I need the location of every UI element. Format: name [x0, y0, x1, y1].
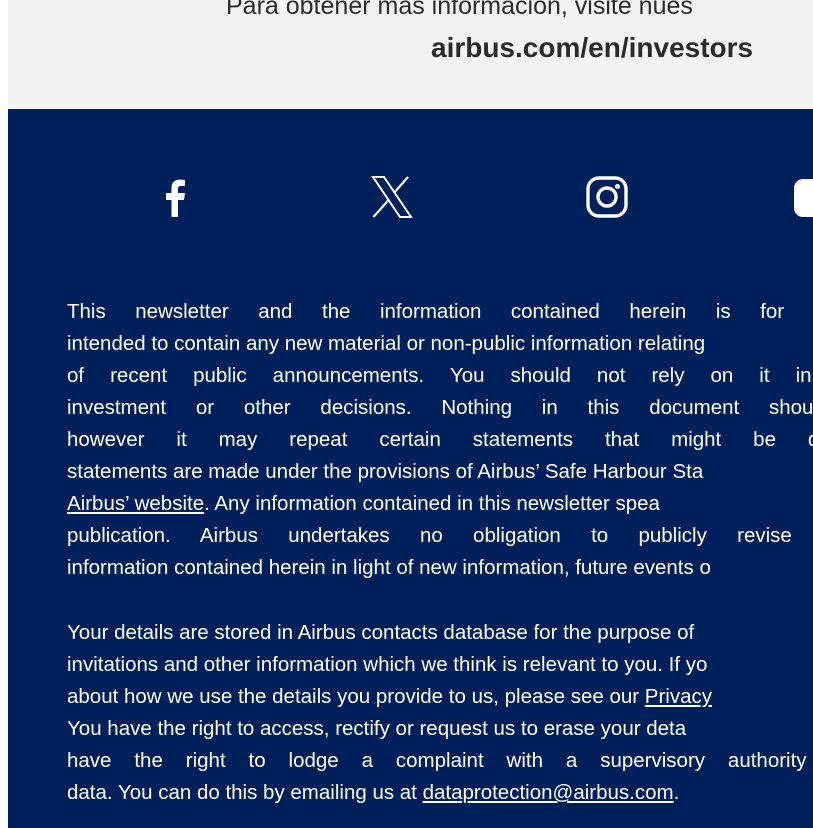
instagram-link[interactable]: [583, 173, 631, 221]
disclaimer-text: This newsletter and the information cont…: [67, 296, 813, 584]
disclaimer-line: This newsletter and the information cont…: [67, 300, 813, 323]
x-icon: [371, 176, 413, 218]
disclaimer-line-rest: . Any information contained in this news…: [204, 492, 660, 515]
investor-link[interactable]: airbus.com/en/investors: [431, 32, 753, 64]
facebook-link[interactable]: [152, 173, 200, 221]
footer: This newsletter and the information cont…: [8, 109, 813, 828]
privacy-line: You have the right to access, rectify or…: [67, 717, 687, 740]
youtube-link[interactable]: [790, 173, 813, 221]
disclaimer-line: investment or other decisions. Nothing i…: [67, 396, 813, 419]
privacy-line: data. You can do this by emailing us at …: [67, 777, 813, 809]
privacy-line: Your details are stored in Airbus contac…: [67, 621, 695, 644]
investor-banner: Para obtener más información, visite nue…: [8, 0, 813, 109]
facebook-icon: [166, 179, 185, 217]
privacy-line-end: .: [673, 781, 680, 804]
newsletter-page: Para obtener más información, visite nue…: [0, 0, 813, 828]
youtube-icon: [794, 179, 813, 217]
airbus-website-link[interactable]: Airbus’ website: [67, 492, 204, 515]
instagram-icon: [586, 176, 628, 218]
disclaimer-line: publication. Airbus undertakes no obliga…: [67, 524, 813, 547]
disclaimer-line: intended to contain any new material or …: [67, 332, 706, 355]
privacy-line-text: about how we use the details you provide…: [67, 685, 645, 708]
disclaimer-line: of recent public announcements. You shou…: [67, 364, 813, 387]
investor-info-text: Para obtener más información, visite nue…: [226, 0, 693, 20]
disclaimer-line: information contained herein in light of…: [67, 556, 711, 579]
privacy-policy-link[interactable]: Privacy: [645, 685, 712, 708]
privacy-text: Your details are stored in Airbus contac…: [67, 617, 813, 809]
dataprotection-email-link[interactable]: dataprotection@airbus.com: [423, 781, 674, 804]
privacy-line: invitations and other information which …: [67, 653, 708, 676]
disclaimer-line: statements are made under the provisions…: [67, 460, 704, 483]
privacy-line: about how we use the details you provide…: [67, 681, 813, 713]
privacy-line: have the right to lodge a complaint with…: [67, 749, 813, 772]
disclaimer-line: Airbus’ website. Any information contain…: [67, 488, 813, 520]
disclaimer-line: however it may repeat certain statements…: [67, 428, 813, 451]
privacy-line-text: data. You can do this by emailing us at: [67, 781, 423, 804]
x-link[interactable]: [367, 173, 415, 221]
